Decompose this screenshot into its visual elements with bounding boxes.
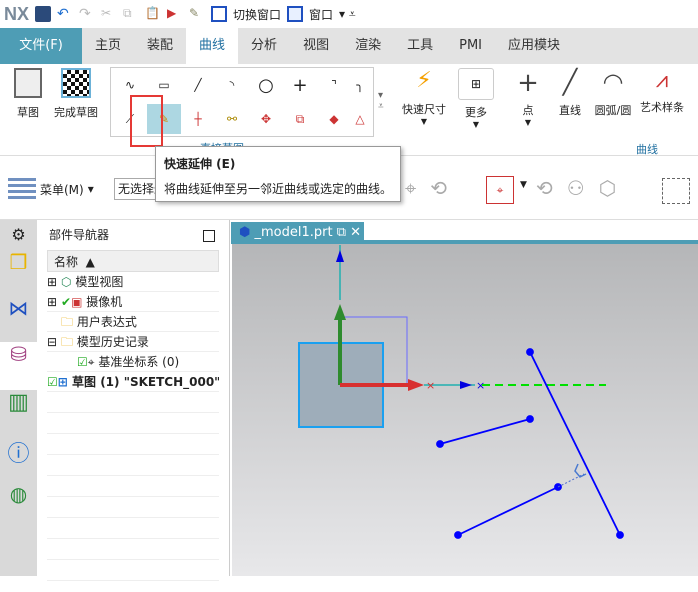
ribbon-tabs: 文件(F) 主页 装配 曲线 分析 视图 渲染 工具 PMI 应用模块 — [0, 28, 698, 64]
tab-pmi[interactable]: PMI — [446, 28, 495, 64]
snap-dropdown-icon[interactable]: ▼ — [520, 180, 527, 190]
selection-tool-icons[interactable]: ⌖⟲ — [405, 176, 461, 200]
arc-icon: ◠ — [602, 68, 624, 96]
resource-bar: ⚙ ❒ ⋈ ⛁ ▥ ⓘ ◍ — [0, 220, 37, 576]
graphics-viewport[interactable]: × × — [232, 244, 698, 576]
tab-home[interactable]: 主页 — [82, 28, 134, 64]
info-icon[interactable]: ⓘ — [0, 436, 37, 482]
fillet-icon[interactable]: ╮ — [343, 70, 377, 100]
snap-filter-icon[interactable]: ⌖ — [486, 176, 514, 204]
window-icon — [287, 6, 304, 22]
spline-icon: ⩘ — [655, 68, 669, 93]
maximize-icon[interactable] — [203, 230, 215, 242]
quick-access-toolbar: NX ↶ ↷ ✂ ⧉ 📋 ▶ ✎ 切换窗口 窗口 ▾ ⩡ — [0, 0, 698, 28]
constraint-navigator-icon[interactable]: ⋈ — [0, 296, 37, 342]
viewport-tab[interactable]: ⬢ _model1.prt ⧉ ✕ — [231, 222, 364, 244]
column-header-name[interactable]: 名称 ▲ — [47, 250, 219, 272]
line-icon: ╱ — [562, 68, 578, 96]
undo-icon[interactable]: ↶ — [57, 6, 73, 22]
gallery-scroll-icon[interactable]: ▾ ⩡ — [378, 90, 384, 112]
touch-mode-icon[interactable]: ✎ — [189, 6, 205, 22]
gear-icon[interactable]: ⚙ — [0, 220, 37, 250]
more-icon: ⊞ — [458, 68, 494, 100]
checkered-flag-icon — [61, 68, 91, 98]
sketch-icon — [14, 68, 42, 98]
sketch-button[interactable]: 草图 — [10, 68, 46, 120]
tab-file[interactable]: 文件(F) — [0, 28, 82, 64]
part-icon: ⬢ — [239, 225, 251, 240]
point-icon: + — [517, 68, 539, 98]
x-marker: × — [426, 379, 435, 392]
window-menu-button[interactable]: 窗口 — [309, 6, 333, 23]
make-corner-icon[interactable]: ┼ — [181, 104, 215, 134]
tab-render[interactable]: 渲染 — [342, 28, 394, 64]
popout-icon: ⧉ — [336, 225, 347, 240]
tab-assembly[interactable]: 装配 — [134, 28, 186, 64]
more-button[interactable]: ⊞ 更多 ▼ — [456, 68, 496, 129]
close-icon[interactable]: ✕ — [350, 225, 361, 240]
sketch-line-boundary — [529, 351, 621, 536]
nx-logo: NX — [4, 3, 30, 24]
tree-item[interactable]: ⊞ ⬡ 模型视图 — [47, 272, 219, 292]
qat-dropdown-icon[interactable]: ▾ ⩡ — [339, 7, 356, 22]
part-navigator: 部件导航器 名称 ▲ ⊞ ⬡ 模型视图 ⊞ ✔ ▣ 摄像机 🗀 用户表达式 ⊟ 🗀 模型… — [37, 220, 230, 592]
tab-view[interactable]: 视图 — [290, 28, 342, 64]
reuse-library-icon[interactable]: ▥ — [0, 390, 37, 436]
menu-icon — [8, 178, 36, 200]
web-browser-icon[interactable]: ◍ — [0, 482, 37, 528]
tab-analysis[interactable]: 分析 — [238, 28, 290, 64]
constraints-icon[interactable]: ⚯ — [215, 104, 249, 134]
sketch-line-2 — [457, 486, 559, 536]
arc-circle-button[interactable]: ◠ 圆弧/圆 — [591, 68, 635, 118]
sketch-line-1 — [439, 418, 531, 445]
tab-application[interactable]: 应用模块 — [495, 28, 573, 64]
tree-item[interactable]: ⊞ ✔ ▣ 摄像机 — [47, 292, 219, 312]
tree-item[interactable]: 🗀 用户表达式 — [47, 312, 219, 332]
save-icon[interactable] — [35, 6, 52, 22]
cut-icon[interactable]: ✂ — [101, 6, 117, 22]
assembly-navigator-icon[interactable]: ❒ — [0, 250, 37, 296]
part-navigator-icon[interactable]: ⛁ — [0, 342, 37, 390]
line-button[interactable]: ╱ 直线 — [552, 68, 588, 118]
dimension-icon: ⚡ — [416, 68, 432, 93]
point-button[interactable]: + 点 ▼ — [512, 68, 544, 127]
quick-dimension-button[interactable]: ⚡ 快速尺寸 ▼ — [400, 68, 448, 126]
box-select-icon[interactable] — [662, 178, 690, 204]
navigator-title: 部件导航器 — [49, 228, 110, 242]
tab-tools[interactable]: 工具 — [394, 28, 446, 64]
tooltip-title: 快速延伸 (E) — [164, 157, 236, 171]
arc-icon[interactable]: ◝ — [215, 70, 249, 100]
finish-sketch-button[interactable]: 完成草图 — [50, 68, 102, 120]
circle-icon[interactable]: ○ — [249, 70, 283, 100]
perpendicular-icon — [574, 463, 587, 478]
offset-move-icon[interactable]: ⧉ — [283, 104, 317, 134]
tree-item[interactable]: ☑ ⊞ 草图 (1) "SKETCH_000" — [47, 372, 219, 392]
switch-window-icon — [211, 6, 228, 22]
y-axis-arrow — [336, 250, 344, 262]
tree-item[interactable]: ⊟ 🗀 模型历史记录 — [47, 332, 219, 352]
view-tool-icons[interactable]: ⟲⚇⬡ — [536, 176, 630, 200]
move-curve-icon[interactable]: ✥ — [249, 104, 283, 134]
tab-curve[interactable]: 曲线 — [186, 28, 239, 64]
tooltip: 快速延伸 (E) 将曲线延伸至另一邻近曲线或选定的曲线。 — [155, 146, 401, 202]
menu-button[interactable]: 菜单(M) ▾ — [8, 178, 94, 200]
sketch-curves — [436, 348, 624, 539]
studio-spline-button[interactable]: ⩘ 艺术样条 — [637, 68, 687, 115]
redo-icon[interactable]: ↷ — [79, 6, 95, 22]
repeat-command-icon[interactable]: ▶ — [167, 6, 183, 22]
delete-curve-icon[interactable]: △ — [343, 104, 377, 134]
highlight-box — [130, 95, 163, 147]
copy-icon[interactable]: ⧉ — [123, 6, 139, 22]
line-icon[interactable]: ╱ — [181, 70, 215, 100]
group-label-curve: 曲线 — [636, 143, 658, 156]
tree-item[interactable]: ☑ ⌖ 基准坐标系 (0) — [47, 352, 219, 372]
paste-icon[interactable]: 📋 — [145, 6, 161, 22]
switch-window-button[interactable]: 切换窗口 — [233, 6, 281, 23]
point-icon[interactable]: + — [283, 70, 317, 100]
tooltip-description: 将曲线延伸至另一邻近曲线或选定的曲线。 — [164, 182, 393, 196]
